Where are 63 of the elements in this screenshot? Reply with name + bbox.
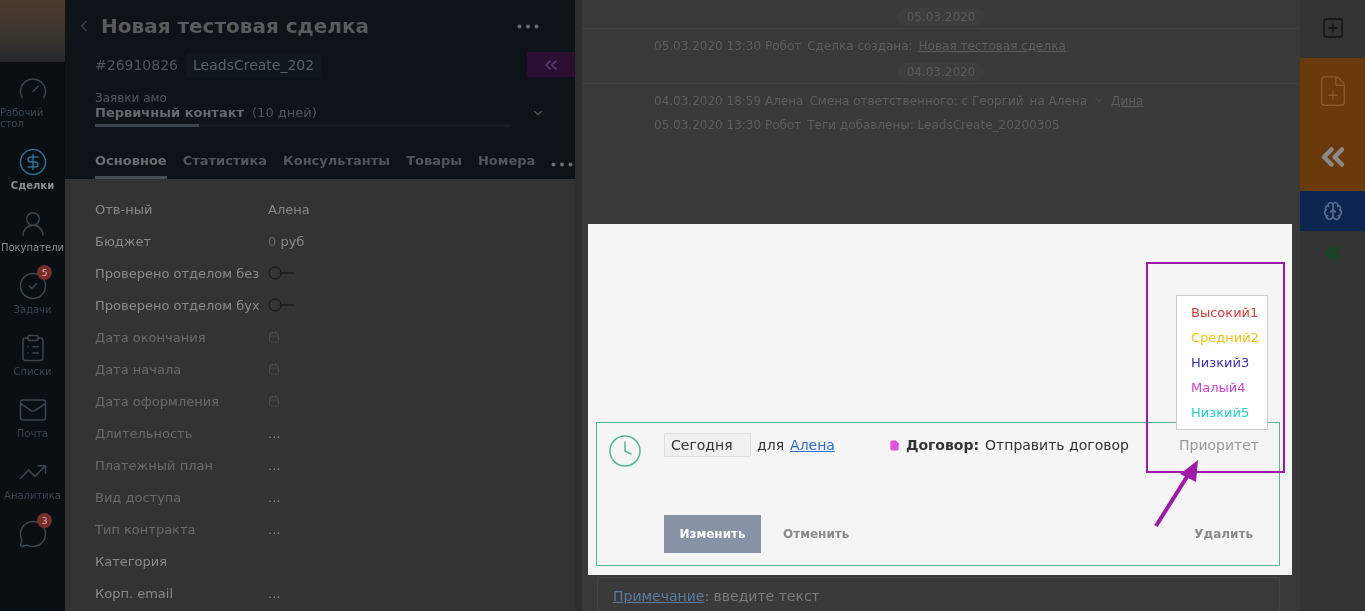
dollar-icon <box>17 147 48 177</box>
stage-name[interactable]: Первичный контакт <box>95 105 245 120</box>
task-text: Отправить договор <box>985 437 1129 453</box>
add-icon[interactable] <box>1320 16 1345 40</box>
check-circle-icon <box>17 271 48 301</box>
tab[interactable]: Статистика <box>182 153 268 179</box>
nav-item[interactable]: Почта <box>0 383 65 445</box>
cancel-button[interactable]: Отменить <box>777 526 856 542</box>
nav-item[interactable]: Сделки <box>0 135 65 197</box>
field-label: Категория <box>95 553 169 569</box>
nav-item[interactable]: Аналитика <box>0 445 65 507</box>
field-value[interactable]: Алена <box>268 201 310 217</box>
currency-unit: руб <box>279 233 305 249</box>
tab[interactable]: Консультанты <box>283 153 391 179</box>
count-badge: 5 <box>37 265 52 280</box>
date-field[interactable]: Сегодня <box>664 433 751 457</box>
nav-item[interactable]: Задачи 5 <box>0 259 65 321</box>
tag[interactable]: LeadsCreate_202 <box>186 52 322 77</box>
deal-title: Новая тестовая сделка <box>101 14 371 38</box>
field-value[interactable]: ... <box>268 457 281 473</box>
priority-option[interactable]: Низкий5 <box>1177 400 1267 425</box>
field-value[interactable]: ... <box>268 425 281 441</box>
note-placeholder[interactable]: : введите текст <box>704 588 820 601</box>
tab[interactable]: Основное <box>95 153 167 179</box>
field-value[interactable]: ... <box>268 521 281 537</box>
field-label: Проверено отделом без <box>95 265 261 281</box>
chat-icon <box>17 519 48 549</box>
nav-item[interactable]: Покупатели <box>0 197 65 259</box>
nav-item[interactable]: Рабочий стол <box>0 62 65 135</box>
field-value[interactable]: ... <box>268 489 281 505</box>
tab[interactable]: Номера <box>478 153 536 179</box>
for-label: для <box>757 437 785 453</box>
user-link[interactable]: Алена <box>790 437 835 453</box>
clock-icon <box>607 433 643 469</box>
field-label: Бюджет <box>95 233 153 249</box>
more-icon[interactable] <box>551 162 574 167</box>
task-type: Договор: <box>905 437 980 453</box>
field-label: Корп. email <box>95 585 175 601</box>
field-value[interactable]: ... <box>268 585 281 601</box>
more-icon[interactable] <box>517 23 539 29</box>
count-badge: 3 <box>37 513 52 528</box>
toggle-switch[interactable] <box>268 298 294 312</box>
priority-option[interactable]: Малый4 <box>1177 375 1267 400</box>
priority-option[interactable]: Высокий1 <box>1177 300 1267 325</box>
tab[interactable]: Товары <box>406 153 462 179</box>
photo-placeholder <box>0 0 65 62</box>
brain-icon[interactable] <box>1322 201 1343 221</box>
field-label: Проверено отделом бух <box>95 297 261 313</box>
nav-item[interactable]: Списки <box>0 321 65 383</box>
pipeline-name: Заявки амо <box>95 91 168 105</box>
scrollbar[interactable] <box>575 0 582 611</box>
save-button[interactable]: Изменить <box>664 515 761 553</box>
delete-button[interactable]: Удалить <box>1188 526 1259 542</box>
field-label: Отв-ный <box>95 201 154 217</box>
stage-duration: (10 дней) <box>252 105 317 120</box>
toggle-switch[interactable] <box>268 266 294 280</box>
priority-select[interactable]: Приоритет <box>1179 437 1259 453</box>
document-icon <box>888 439 900 451</box>
collapse-button[interactable] <box>527 52 575 77</box>
nav-item[interactable]: 3 <box>0 507 65 555</box>
priority-option[interactable]: Средний2 <box>1177 325 1267 350</box>
priority-option[interactable]: Низкий3 <box>1177 350 1267 375</box>
deal-number: #26910826 <box>95 56 178 73</box>
